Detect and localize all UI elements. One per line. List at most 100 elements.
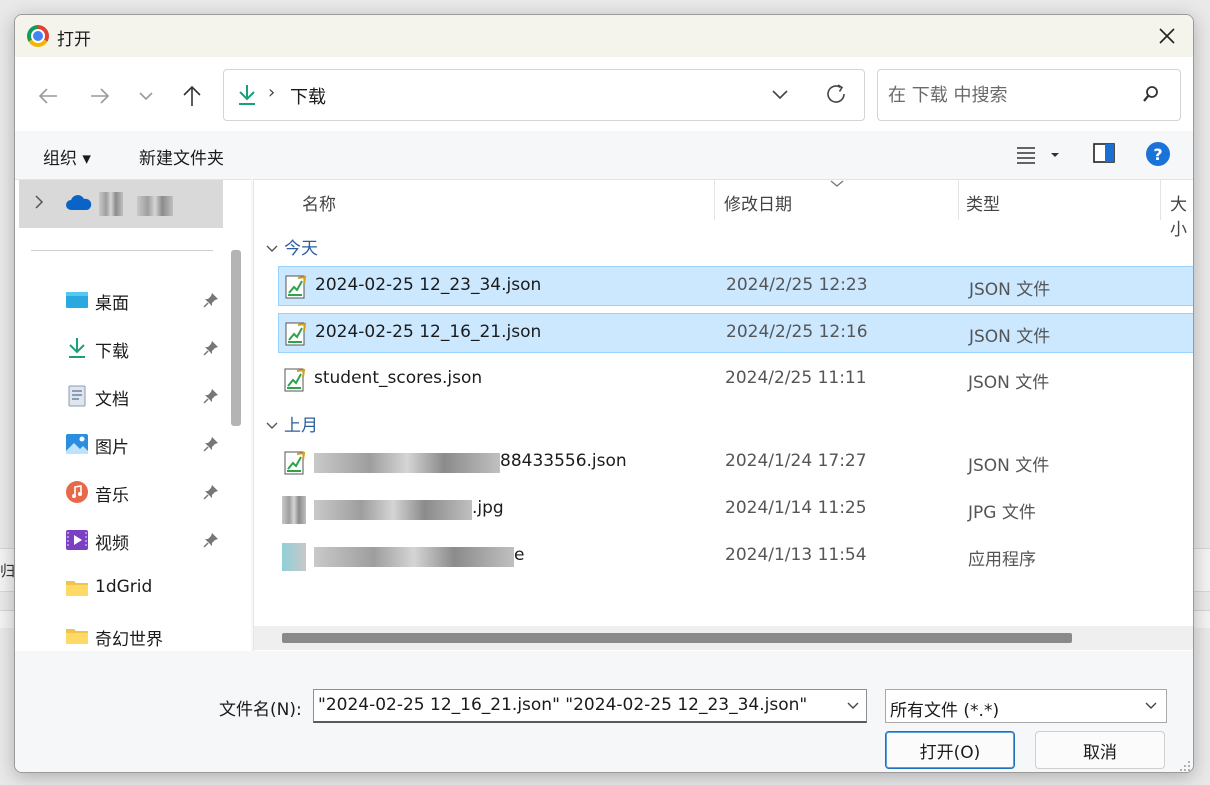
preview-pane-button[interactable]: [1093, 143, 1115, 168]
file-list: 名称 修改日期 类型 大小 今天 2024-02-25 12_23_34.jso…: [253, 179, 1193, 651]
file-name: 2024-02-25 12_23_34.json: [315, 275, 542, 295]
recent-locations-button[interactable]: [129, 79, 163, 113]
preview-pane-icon: [1093, 143, 1115, 163]
svg-text:?: ?: [1153, 145, 1162, 164]
filetype-value: 所有文件 (*.*): [890, 701, 1000, 721]
horizontal-scrollbar-thumb[interactable]: [282, 633, 1072, 643]
file-date: 2024/1/24 17:27: [725, 451, 867, 471]
filetype-select[interactable]: 所有文件 (*.*): [885, 689, 1167, 723]
help-icon: ?: [1146, 142, 1170, 166]
arrow-left-icon: [38, 88, 57, 104]
sidebar-item-1dgrid[interactable]: 1dGrid: [15, 566, 231, 610]
pin-icon: [203, 293, 218, 308]
file-type: JSON 文件: [969, 327, 1051, 347]
resize-grip-icon[interactable]: [1179, 760, 1191, 772]
sidebar-item-documents[interactable]: 文档: [15, 374, 231, 418]
pin-icon: [203, 533, 218, 548]
file-row[interactable]: .jpg 2024/1/14 11:25 JPG 文件: [278, 490, 1193, 530]
chevron-down-icon[interactable]: [770, 84, 790, 104]
arrow-up-icon: [183, 85, 201, 106]
json-file-icon: [285, 275, 307, 299]
open-button[interactable]: 打开(O): [885, 731, 1015, 769]
download-icon: [239, 85, 255, 105]
up-button[interactable]: [175, 79, 209, 113]
json-file-icon: [284, 368, 306, 392]
redacted-file-name: [314, 453, 500, 473]
onedrive-icon: [66, 195, 92, 210]
column-separator[interactable]: [714, 180, 715, 220]
chevron-down-icon: [139, 92, 153, 101]
video-icon: [66, 530, 88, 550]
pin-icon: [203, 485, 218, 500]
file-date: 2024/1/13 11:54: [725, 545, 867, 565]
background-edge-text: 归存: [0, 562, 14, 580]
column-header-name[interactable]: 名称: [302, 180, 336, 222]
address-path[interactable]: 下载: [290, 83, 326, 109]
refresh-icon[interactable]: [824, 82, 848, 106]
file-name: e: [514, 545, 525, 565]
sidebar-scrollbar[interactable]: [231, 250, 241, 426]
sidebar-item-pictures[interactable]: 图片: [15, 422, 231, 466]
file-type: JSON 文件: [968, 456, 1050, 476]
group-header-today[interactable]: 今天: [266, 234, 318, 259]
folder-icon: [66, 581, 88, 596]
chrome-icon: [27, 25, 49, 47]
file-date: 2024/2/25 12:23: [726, 275, 868, 295]
column-header-size[interactable]: 大小: [1170, 180, 1193, 240]
pin-icon: [203, 389, 218, 404]
file-name: 88433556.json: [500, 451, 627, 471]
sidebar-item-label: 音乐: [95, 486, 129, 506]
music-icon: [66, 481, 88, 503]
back-button[interactable]: [31, 79, 65, 113]
chevron-right-icon[interactable]: [33, 194, 45, 210]
group-label: 上月: [284, 416, 318, 436]
file-row[interactable]: 88433556.json 2024/1/24 17:27 JSON 文件: [278, 443, 1193, 483]
sidebar-item-videos[interactable]: 视频: [15, 518, 231, 562]
command-bar: 组织 ▾ 新建文件夹 ?: [15, 131, 1193, 179]
column-separator[interactable]: [958, 180, 959, 220]
close-button[interactable]: [1149, 20, 1185, 52]
view-options-button[interactable]: [1015, 145, 1063, 170]
new-folder-button[interactable]: 新建文件夹: [139, 144, 224, 169]
file-row[interactable]: 2024-02-25 12_16_21.json 2024/2/25 12:16…: [278, 313, 1193, 353]
file-type: 应用程序: [968, 550, 1036, 570]
column-separator[interactable]: [1160, 180, 1161, 220]
address-bar[interactable]: › 下载: [223, 69, 865, 121]
sidebar-item-downloads[interactable]: 下载: [15, 326, 231, 370]
sidebar-item-label: 视频: [95, 534, 129, 554]
search-icon[interactable]: [1142, 85, 1160, 103]
organize-menu[interactable]: 组织 ▾: [43, 144, 91, 169]
path-separator: ›: [268, 82, 276, 103]
group-header-last-month[interactable]: 上月: [266, 411, 318, 436]
search-input[interactable]: [888, 82, 1128, 108]
chevron-down-icon[interactable]: [846, 698, 860, 712]
redacted-file-icon: [282, 543, 306, 571]
sidebar-item-label: 1dGrid: [95, 577, 153, 597]
help-button[interactable]: ?: [1145, 141, 1171, 172]
file-row[interactable]: 2024-02-25 12_23_34.json 2024/2/25 12:23…: [278, 266, 1193, 306]
file-date: 2024/2/25 11:11: [725, 368, 867, 388]
arrow-right-icon: [91, 88, 110, 104]
pin-icon: [203, 341, 218, 356]
sidebar-item-desktop[interactable]: 桌面: [15, 278, 231, 322]
pictures-icon: [66, 434, 88, 454]
sidebar-item-music[interactable]: 音乐: [15, 470, 231, 514]
column-header-modified[interactable]: 修改日期: [724, 180, 792, 222]
sidebar-item-onedrive[interactable]: [19, 180, 223, 228]
navigation-bar: › 下载: [15, 57, 1193, 131]
document-icon: [68, 385, 86, 407]
filename-combobox[interactable]: [313, 689, 867, 723]
file-row[interactable]: e 2024/1/13 11:54 应用程序: [278, 537, 1193, 577]
filename-input[interactable]: [318, 695, 838, 715]
column-header-type[interactable]: 类型: [966, 180, 1000, 222]
search-box[interactable]: [877, 69, 1181, 121]
close-icon: [1159, 28, 1175, 44]
cancel-button[interactable]: 取消: [1035, 731, 1165, 769]
forward-button[interactable]: [83, 79, 117, 113]
sidebar-item-label: 奇幻世界: [95, 630, 163, 650]
redacted-file-name: [314, 500, 472, 520]
dialog-title: 打开: [57, 30, 91, 50]
sidebar-item-label: 文档: [95, 390, 129, 410]
file-row[interactable]: student_scores.json 2024/2/25 11:11 JSON…: [278, 360, 1193, 400]
sidebar-item-label: 下载: [95, 342, 129, 362]
